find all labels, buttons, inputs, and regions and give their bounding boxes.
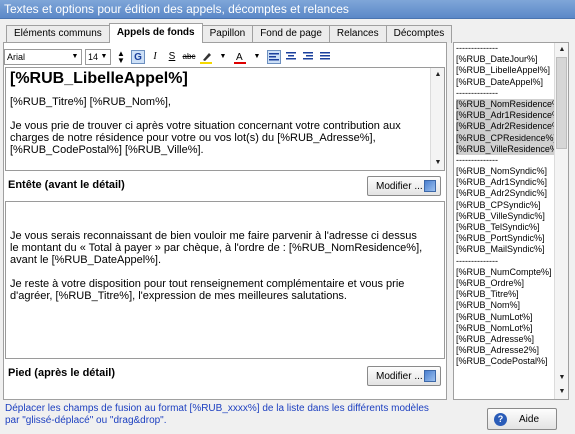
fields-scrollbar[interactable]: ▲ ▼ ▼ <box>554 43 568 399</box>
merge-fields-items: -------------- [%RUB_DateJour%] [%RUB_Libe… <box>456 43 554 367</box>
strikethrough-icon[interactable]: abc <box>182 50 196 64</box>
modify-footer-label: Modifier ... <box>376 370 423 382</box>
font-value: Arial <box>7 52 26 62</box>
chevron-down-icon: ▼ <box>100 53 108 60</box>
tab-appels-de-fonds[interactable]: Appels de fonds <box>108 23 203 43</box>
footer-line-1: Je vous serais reconnaissant de bien vou… <box>10 230 423 266</box>
size-value: 14 <box>88 52 99 62</box>
underline-icon[interactable]: S <box>165 50 179 64</box>
header-title-text: [%RUB_LibelleAppel%] <box>10 70 188 87</box>
list-item[interactable]: -------------- <box>456 256 554 267</box>
header-editor-content: [%RUB_LibelleAppel%] [%RUB_Titre%] [%RUB… <box>10 70 428 168</box>
align-left-icon[interactable] <box>267 50 281 64</box>
list-item[interactable]: [%RUB_CPResidence%] <box>456 132 554 144</box>
window-title: Textes et options pour édition des appel… <box>0 0 575 19</box>
list-item[interactable]: [%RUB_Adr2Syndic%] <box>456 188 554 199</box>
list-item[interactable]: [%RUB_Titre%] <box>456 289 554 300</box>
tab-relances[interactable]: Relances <box>328 25 387 43</box>
list-item[interactable]: [%RUB_TelSyndic%] <box>456 222 554 233</box>
list-item[interactable]: [%RUB_Adresse%] <box>456 334 554 345</box>
align-right-icon[interactable] <box>301 50 315 64</box>
list-item[interactable]: [%RUB_PortSyndic%] <box>456 233 554 244</box>
list-item[interactable]: [%RUB_CodePostal%] <box>456 356 554 367</box>
chevron-down-icon[interactable]: ▼ <box>216 50 230 64</box>
list-item[interactable]: [%RUB_NumCompte%] <box>456 267 554 278</box>
list-item[interactable]: [%RUB_DateAppel%] <box>456 77 554 88</box>
merge-fields-list[interactable]: -------------- [%RUB_DateJour%] [%RUB_Libe… <box>453 42 569 400</box>
tab-fond-de-page[interactable]: Fond de page <box>252 25 330 43</box>
edit-icon <box>424 370 436 382</box>
footer-editor-content: Je vous serais reconnaissant de bien vou… <box>10 230 428 314</box>
modify-header-label: Modifier ... <box>376 180 423 192</box>
modify-footer-button[interactable]: Modifier ... <box>367 366 441 386</box>
justify-icon[interactable] <box>318 50 332 64</box>
help-button[interactable]: ? Aide <box>487 408 557 430</box>
scroll-up-icon[interactable]: ▲ <box>555 43 568 57</box>
size-select[interactable]: 14 ▼ <box>85 49 111 65</box>
list-item[interactable]: [%RUB_VilleSyndic%] <box>456 211 554 222</box>
footer-line-2: Je reste à votre disposition pour tout r… <box>10 278 405 302</box>
svg-text:A: A <box>236 52 243 63</box>
edit-icon <box>424 180 436 192</box>
list-item[interactable]: [%RUB_VilleResidence%] <box>456 143 554 155</box>
list-item[interactable]: [%RUB_LibelleAppel%] <box>456 65 554 76</box>
format-toolbar: Arial ▼ 14 ▼ ▲ ▼ G I S abc ▼ A ▼ <box>4 48 332 66</box>
list-item[interactable]: [%RUB_MailSyndic%] <box>456 244 554 255</box>
scroll-down-icon[interactable]: ▼ <box>555 371 568 385</box>
highlight-color-icon[interactable] <box>199 50 213 64</box>
header-line-2: Je vous prie de trouver ci après votre s… <box>10 120 401 156</box>
scroll-up-icon[interactable]: ▲ <box>431 68 444 82</box>
list-item[interactable]: -------------- <box>456 43 554 54</box>
italic-icon[interactable]: I <box>148 50 162 64</box>
scroll-thumb[interactable] <box>556 57 567 149</box>
help-label: Aide <box>519 413 540 425</box>
header-editor[interactable]: [%RUB_LibelleAppel%] [%RUB_Titre%] [%RUB… <box>5 67 445 171</box>
list-item[interactable]: [%RUB_Adresse2%] <box>456 345 554 356</box>
header-section-label: Entête (avant le détail) <box>8 179 125 191</box>
list-item[interactable]: [%RUB_Ordre%] <box>456 278 554 289</box>
list-item[interactable]: [%RUB_CPSyndic%] <box>456 200 554 211</box>
scroll-down-icon[interactable]: ▼ <box>431 156 444 170</box>
list-item[interactable]: [%RUB_Adr1Residence%] <box>456 110 554 122</box>
bold-icon[interactable]: G <box>131 50 145 64</box>
tab-papillon[interactable]: Papillon <box>201 25 254 43</box>
list-item[interactable]: -------------- <box>456 88 554 99</box>
list-item[interactable]: [%RUB_Adr1Syndic%] <box>456 177 554 188</box>
list-item[interactable]: [%RUB_Nom%] <box>456 300 554 311</box>
list-item[interactable]: [%RUB_NomResidence%] <box>456 98 554 111</box>
list-item[interactable]: [%RUB_NomLot%] <box>456 323 554 334</box>
help-icon: ? <box>494 412 507 426</box>
tab-bar: Eléments communs Appels de fonds Papillo… <box>6 23 453 43</box>
footer-section-label: Pied (après le détail) <box>8 367 115 379</box>
footer-editor[interactable]: Je vous serais reconnaissant de bien vou… <box>5 201 445 359</box>
tab-elements-communs[interactable]: Eléments communs <box>6 25 110 43</box>
modify-header-button[interactable]: Modifier ... <box>367 176 441 196</box>
list-item[interactable]: [%RUB_Adr2Residence%] <box>456 121 554 133</box>
header-scrollbar[interactable]: ▲ ▼ <box>430 68 444 170</box>
chevron-down-icon[interactable]: ▼ <box>250 50 264 64</box>
size-spinner-icon[interactable]: ▲ ▼ <box>114 50 128 65</box>
chevron-down-icon: ▼ <box>71 53 79 60</box>
list-item[interactable]: [%RUB_DateJour%] <box>456 54 554 65</box>
scroll-down-icon[interactable]: ▼ <box>555 385 568 399</box>
font-select[interactable]: Arial ▼ <box>4 49 82 65</box>
tab-decomptes[interactable]: Décomptes <box>385 25 453 43</box>
align-center-icon[interactable] <box>284 50 298 64</box>
header-line-1: [%RUB_Titre%] [%RUB_Nom%], <box>10 96 171 108</box>
list-item[interactable]: [%RUB_NomSyndic%] <box>456 166 554 177</box>
font-color-icon[interactable]: A <box>233 50 247 64</box>
list-item[interactable]: -------------- <box>456 155 554 166</box>
drag-drop-hint: Déplacer les champs de fusion au format … <box>5 403 429 426</box>
list-item[interactable]: [%RUB_NumLot%] <box>456 312 554 323</box>
